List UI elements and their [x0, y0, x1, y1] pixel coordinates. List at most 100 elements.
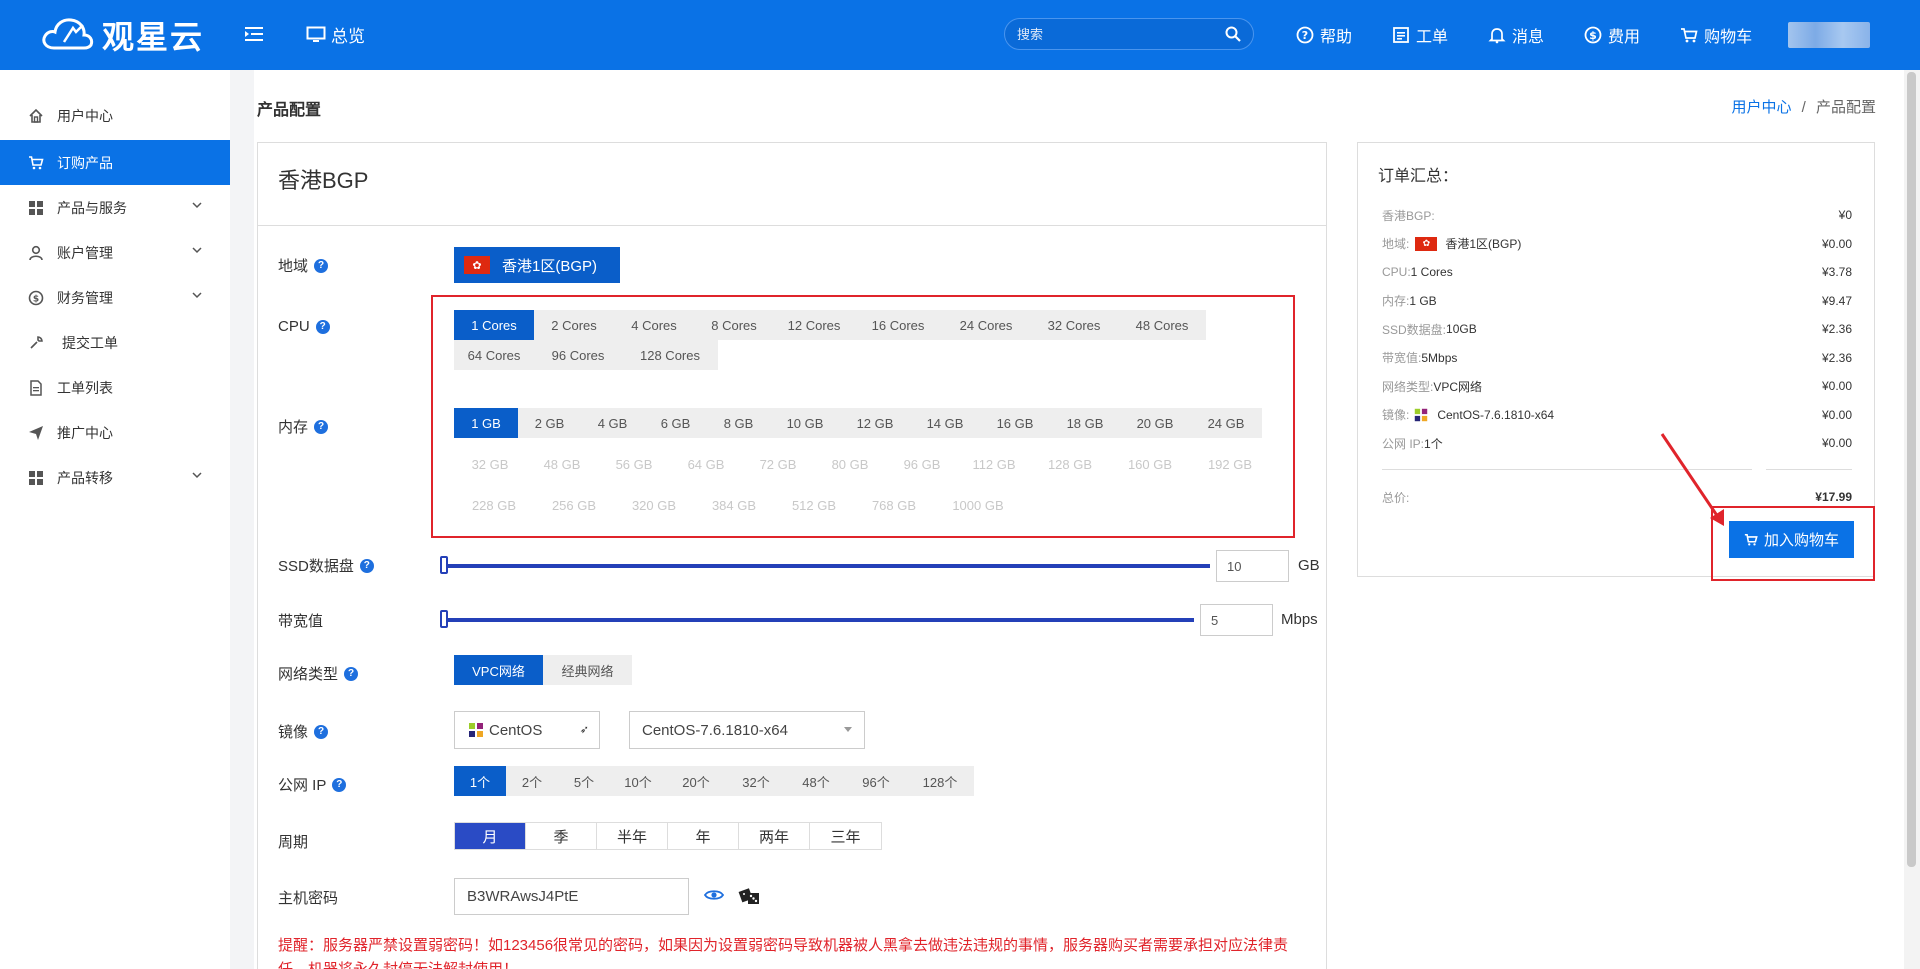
- os-version-select[interactable]: CentOS-7.6.1810-x64: [629, 711, 865, 749]
- summary-price: ¥9.47: [1821, 293, 1852, 308]
- search-box: [1004, 18, 1254, 50]
- product-name: 香港BGP: [258, 143, 1326, 226]
- period-label: 周期: [278, 831, 308, 852]
- add-to-cart-button[interactable]: 加入购物车: [1729, 521, 1854, 558]
- sidebar-item-user-center[interactable]: 用户中心: [0, 93, 230, 138]
- nav-ticket[interactable]: 工单: [1392, 23, 1448, 47]
- centos-logo-icon: [469, 723, 483, 737]
- public-ip-options: 1个 2个 5个 10个 20个 32个 48个 96个 128个: [454, 766, 974, 796]
- eye-icon[interactable]: [704, 887, 724, 903]
- sidebar-item-promotion[interactable]: 推广中心: [0, 410, 230, 455]
- sidebar-item-label: 用户中心: [57, 107, 113, 124]
- summary-price: ¥0.00: [1821, 436, 1852, 450]
- period-option-2[interactable]: 半年: [597, 823, 668, 849]
- order-summary-title: 订单汇总：: [1378, 168, 1459, 185]
- summary-key: SSD数据盘:: [1382, 322, 1447, 337]
- summary-row: 公网 IP: 1个 ¥0.00: [1382, 433, 1852, 453]
- network-option-1[interactable]: 经典网络: [543, 655, 632, 685]
- region-label-text: 地域: [278, 258, 309, 275]
- sidebar-item-finance[interactable]: $ 财务管理: [0, 275, 230, 320]
- dice-random-icon[interactable]: [738, 884, 762, 906]
- period-option-1[interactable]: 季: [526, 823, 597, 849]
- logo[interactable]: 观星云: [40, 12, 204, 58]
- svg-text:$: $: [33, 294, 39, 304]
- public-ip-option-1[interactable]: 2个: [506, 766, 558, 796]
- summary-value: 5Mbps: [1421, 350, 1458, 365]
- bandwidth-slider-handle[interactable]: [440, 610, 448, 628]
- period-options: 月季半年年两年 三年: [454, 822, 882, 850]
- summary-key: CPU:: [1382, 265, 1411, 279]
- public-ip-option-6[interactable]: 48个: [786, 766, 846, 796]
- os-select[interactable]: CentOS ➶: [454, 711, 600, 749]
- help-icon[interactable]: ?: [314, 724, 329, 739]
- bandwidth-input[interactable]: 5: [1200, 604, 1273, 636]
- network-options: VPC网络 经典网络: [454, 655, 632, 685]
- search-input[interactable]: [1017, 26, 1225, 42]
- period-option-4[interactable]: 两年: [739, 823, 810, 849]
- public-ip-label-text: 公网 IP: [278, 777, 327, 794]
- summary-price: ¥3.78: [1821, 265, 1852, 279]
- help-icon[interactable]: ?: [359, 558, 374, 573]
- hong-kong-flag-icon: ✿: [464, 256, 490, 274]
- public-ip-option-5[interactable]: 32个: [726, 766, 786, 796]
- public-ip-option-4[interactable]: 20个: [666, 766, 726, 796]
- summary-row: CPU: 1 Cores ¥3.78: [1382, 262, 1852, 282]
- public-ip-label: 公网 IP?: [278, 774, 347, 795]
- ssd-slider-track[interactable]: [442, 564, 1210, 568]
- sidebar-item-account[interactable]: 账户管理: [0, 230, 230, 275]
- header-nav: ? 帮助 工单 消息 $ 费用 购物车: [1296, 0, 1792, 70]
- period-option-5[interactable]: 三年: [810, 823, 881, 849]
- overview-link[interactable]: 总览: [306, 22, 365, 47]
- region-option[interactable]: ✿ 香港1区(BGP): [454, 247, 620, 283]
- summary-total-row: 总价: ¥17.99: [1382, 487, 1852, 507]
- ssd-input[interactable]: 10: [1216, 550, 1289, 582]
- period-option-0[interactable]: 月: [455, 823, 526, 849]
- public-ip-option-3[interactable]: 10个: [610, 766, 666, 796]
- user-avatar[interactable]: [1788, 22, 1870, 48]
- network-option-0[interactable]: VPC网络: [454, 655, 543, 685]
- breadcrumb-user-center[interactable]: 用户中心: [1731, 99, 1791, 116]
- cart-icon: [27, 154, 45, 172]
- help-icon[interactable]: ?: [315, 319, 330, 334]
- summary-value: 1 Cores: [1410, 265, 1453, 279]
- dollar-icon: $: [27, 289, 45, 307]
- nav-billing[interactable]: $ 费用: [1584, 23, 1640, 47]
- send-icon: [27, 424, 45, 442]
- cart-icon: [1744, 533, 1758, 546]
- help-icon[interactable]: ?: [344, 666, 359, 681]
- image-label: 镜像?: [278, 721, 329, 742]
- sidebar-item-ticket-list[interactable]: 工单列表: [0, 365, 230, 410]
- public-ip-option-8[interactable]: 128个: [906, 766, 974, 796]
- public-ip-option-2[interactable]: 5个: [558, 766, 610, 796]
- help-icon[interactable]: ?: [332, 777, 347, 792]
- ticket-icon: [1393, 27, 1409, 43]
- sidebar-item-submit-ticket[interactable]: 提交工单: [0, 320, 230, 365]
- red-arrow-annotation: [1660, 433, 1724, 526]
- summary-value: CentOS-7.6.1810-x64: [1437, 407, 1555, 422]
- period-option-3[interactable]: 年: [668, 823, 739, 849]
- menu-toggle-icon[interactable]: [243, 23, 265, 45]
- scrollbar-thumb[interactable]: [1907, 72, 1916, 867]
- os-select-value: CentOS: [489, 721, 543, 739]
- grid-icon: [27, 469, 45, 487]
- highlight-box: [431, 295, 1295, 538]
- chevron-down-icon: [192, 247, 202, 254]
- nav-cart[interactable]: 购物车: [1680, 23, 1752, 47]
- help-icon[interactable]: ?: [314, 258, 329, 273]
- public-ip-option-7[interactable]: 96个: [846, 766, 906, 796]
- page-scrollbar[interactable]: [1904, 70, 1920, 969]
- bandwidth-slider-track[interactable]: [442, 618, 1194, 622]
- password-input[interactable]: B3WRAwsJ4PtE: [454, 878, 689, 915]
- help-icon[interactable]: ?: [314, 419, 329, 434]
- search-icon[interactable]: [1225, 26, 1241, 42]
- nav-messages[interactable]: 消息: [1488, 23, 1544, 47]
- dollar-icon: $: [1584, 26, 1602, 44]
- sidebar-item-product-transfer[interactable]: 产品转移: [0, 455, 230, 500]
- sidebar-item-products-services[interactable]: 产品与服务: [0, 185, 230, 230]
- nav-help[interactable]: ? 帮助: [1296, 23, 1352, 47]
- public-ip-option-0[interactable]: 1个: [454, 766, 506, 796]
- ssd-slider-handle[interactable]: [440, 556, 448, 574]
- summary-price: ¥2.36: [1821, 350, 1852, 365]
- sidebar-item-order-product[interactable]: 订购产品: [0, 140, 230, 185]
- weak-password-warning: 提醒：服务器严禁设置弱密码！如123456很常见的密码，如果因为设置弱密码导致机…: [278, 937, 1289, 969]
